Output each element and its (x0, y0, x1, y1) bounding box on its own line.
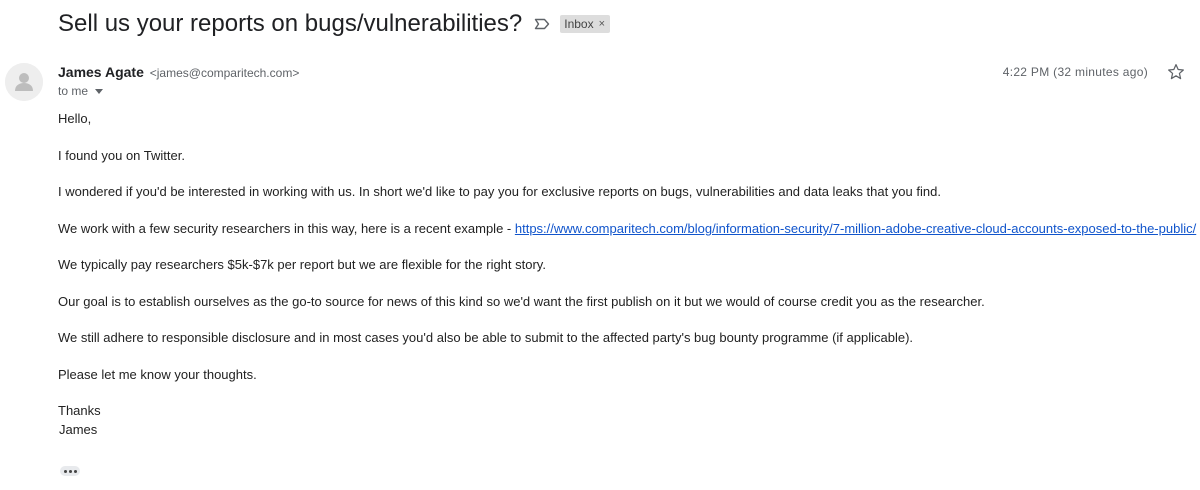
body-paragraph: Our goal is to establish ourselves as th… (58, 294, 985, 309)
label-outline-icon[interactable] (534, 17, 550, 31)
inbox-label-text: Inbox (564, 17, 594, 31)
sender-email: <james@comparitech.com> (149, 66, 300, 80)
body-greeting: Hello, (58, 111, 92, 126)
recipient-details-toggle[interactable]: to me (58, 84, 104, 98)
body-paragraph: Please let me know your thoughts. (58, 367, 257, 382)
sender-row: James Agate <james@comparitech.com> (58, 64, 299, 80)
body-paragraph-text: We work with a few security researchers … (58, 221, 515, 236)
recipient-text: to me (58, 84, 89, 98)
subject-row: Sell us your reports on bugs/vulnerabili… (58, 6, 611, 42)
body-signoff: Thanks (58, 403, 101, 418)
body-paragraph: I wondered if you'd be interested in wor… (58, 184, 941, 199)
ellipsis-icon (73, 469, 77, 473)
ellipsis-icon (68, 469, 72, 473)
email-timestamp: 4:22 PM (32 minutes ago) (1002, 65, 1148, 79)
default-avatar-icon[interactable] (5, 63, 43, 101)
sender-name[interactable]: James Agate (58, 64, 144, 80)
example-article-link[interactable]: https://www.comparitech.com/blog/informa… (515, 221, 1196, 236)
body-signature: James (59, 422, 98, 437)
email-subject: Sell us your reports on bugs/vulnerabili… (58, 10, 523, 37)
body-paragraph: We still adhere to responsible disclosur… (58, 330, 914, 345)
body-paragraph: We work with a few security researchers … (58, 220, 1196, 237)
inbox-label-chip[interactable]: Inbox × (560, 15, 611, 33)
body-paragraph: We typically pay researchers $5k-$7k per… (58, 257, 546, 272)
remove-label-icon[interactable]: × (599, 18, 605, 30)
ellipsis-icon (63, 469, 67, 473)
body-paragraph: I found you on Twitter. (58, 148, 185, 163)
show-trimmed-content-button[interactable] (60, 466, 80, 476)
caret-down-icon[interactable] (95, 89, 104, 94)
star-outline-icon[interactable] (1166, 62, 1186, 82)
